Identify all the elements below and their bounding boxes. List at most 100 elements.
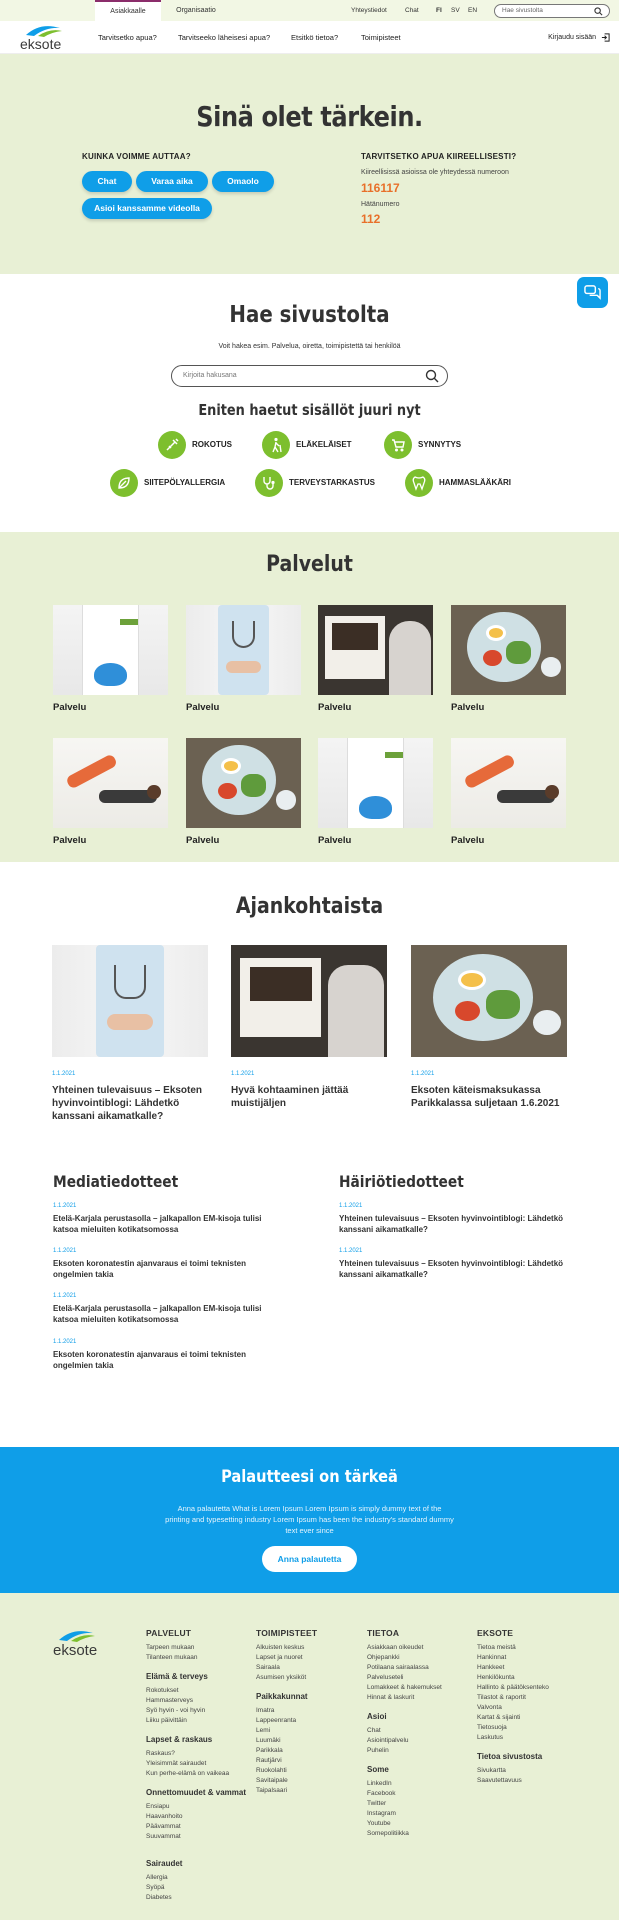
footer-link[interactable]: Chat [367, 1726, 472, 1736]
media-item[interactable]: 1.1.2021 Etelä-Karjala perustasolla – ja… [53, 1293, 278, 1325]
footer-link[interactable]: Hankinnat [477, 1653, 597, 1663]
footer-link[interactable]: Puhelin [367, 1746, 472, 1756]
footer-link[interactable]: Sivukartta [477, 1766, 597, 1776]
disruption-headline[interactable]: Yhteinen tulevaisuus – Eksoten hyvinvoin… [339, 1213, 564, 1235]
footer-link[interactable]: Rokotukset [146, 1686, 246, 1696]
footer-link[interactable]: Syö hyvin - voi hyvin [146, 1706, 246, 1716]
footer-link[interactable]: Yleisimmät sairaudet [146, 1759, 246, 1769]
search-icon[interactable] [594, 7, 603, 16]
footer-link[interactable]: Somepolitiikka [367, 1829, 472, 1839]
footer-link[interactable]: Alkuisten keskus [256, 1643, 356, 1653]
nav-relative-help[interactable]: Tarvitseeko läheisesi apua? [178, 21, 270, 54]
footer-link[interactable]: Laskutus [477, 1733, 597, 1743]
footer-link[interactable]: Lappeenranta [256, 1716, 356, 1726]
disruption-headline[interactable]: Yhteinen tulevaisuus – Eksoten hyvinvoin… [339, 1258, 564, 1280]
footer-link[interactable]: Saavutettavuus [477, 1776, 597, 1786]
contact-link[interactable]: Yhteystiedot [351, 0, 387, 21]
footer-link[interactable]: Potilaana sairaalassa [367, 1663, 472, 1673]
media-item[interactable]: 1.1.2021 Eksoten koronatestin ajanvaraus… [53, 1248, 278, 1280]
media-headline[interactable]: Eksoten koronatestin ajanvaraus ei toimi… [53, 1349, 278, 1371]
footer-link[interactable]: Raskaus? [146, 1749, 246, 1759]
footer-link[interactable]: Imatra [256, 1706, 356, 1716]
tab-organisaatio[interactable]: Organisaatio [161, 0, 231, 21]
chat-link[interactable]: Chat [405, 0, 419, 21]
footer-link[interactable]: Lemi [256, 1726, 356, 1736]
footer-link[interactable]: Tietosuoja [477, 1723, 597, 1733]
tab-asiakkaalle[interactable]: Asiakkaalle [95, 0, 161, 21]
footer-link[interactable]: Valvonta [477, 1703, 597, 1713]
footer-link[interactable]: Asumisen yksiköt [256, 1673, 356, 1683]
footer-link[interactable]: Luumäki [256, 1736, 356, 1746]
footer-link[interactable]: Lapset ja nuoret [256, 1653, 356, 1663]
footer-link[interactable]: Parikkala [256, 1746, 356, 1756]
emergency-number[interactable]: 112 [361, 212, 380, 226]
footer-link[interactable]: Ohjepankki [367, 1653, 472, 1663]
footer-link[interactable]: Asiointipalvelu [367, 1736, 472, 1746]
footer-link[interactable]: Tietoa meistä [477, 1643, 597, 1653]
top-search-input[interactable]: Hae sivustolta [494, 4, 610, 18]
footer-link[interactable]: Taipalsaari [256, 1786, 356, 1796]
footer-link[interactable]: Palveluseteli [367, 1673, 472, 1683]
floating-chat-button[interactable] [577, 277, 608, 308]
media-item[interactable]: 1.1.2021 Eksoten koronatestin ajanvaraus… [53, 1339, 278, 1371]
footer-link[interactable]: Tilastot & raportit [477, 1693, 597, 1703]
search-icon[interactable] [425, 369, 439, 383]
news-card[interactable]: 1.1.2021 Eksoten käteismaksukassa Parikk… [411, 945, 567, 1110]
service-card[interactable]: Palvelu [186, 605, 301, 713]
footer-link[interactable]: Twitter [367, 1799, 472, 1809]
footer-link[interactable]: Ensiapu [146, 1802, 246, 1812]
footer-link[interactable]: Sairaala [256, 1663, 356, 1673]
footer-link[interactable]: Instagram [367, 1809, 472, 1819]
lang-fi[interactable]: FI [436, 0, 442, 21]
footer-link[interactable]: Rautjärvi [256, 1756, 356, 1766]
news-card[interactable]: 1.1.2021 Yhteinen tulevaisuus – Eksoten … [52, 945, 208, 1123]
footer-link[interactable]: Kartat & sijainti [477, 1713, 597, 1723]
footer-link[interactable]: Lomakkeet & hakemukset [367, 1683, 472, 1693]
service-card[interactable]: Palvelu [53, 738, 168, 846]
nav-need-help[interactable]: Tarvitsetko apua? [98, 21, 157, 54]
nav-locations[interactable]: Toimipisteet [361, 21, 401, 54]
footer-link[interactable]: Allergia [146, 1873, 246, 1883]
footer-link[interactable]: Kun perhe-elämä on vaikeaa [146, 1769, 246, 1779]
give-feedback-button[interactable]: Anna palautetta [262, 1546, 357, 1572]
service-card[interactable]: Palvelu [318, 738, 433, 846]
urgent-number[interactable]: 116117 [361, 181, 400, 195]
service-card[interactable]: Palvelu [186, 738, 301, 846]
footer-link[interactable]: Youtube [367, 1819, 472, 1829]
footer-link[interactable]: Facebook [367, 1789, 472, 1799]
media-item[interactable]: 1.1.2021 Etelä-Karjala perustasolla – ja… [53, 1203, 278, 1235]
footer-link[interactable]: Suuvammat [146, 1832, 246, 1842]
service-card[interactable]: Palvelu [451, 738, 566, 846]
footer-link[interactable]: Hallinto & päätöksenteko [477, 1683, 597, 1693]
omaolo-button[interactable]: Omaolo [212, 171, 274, 192]
service-card[interactable]: Palvelu [451, 605, 566, 713]
media-headline[interactable]: Etelä-Karjala perustasolla – jalkapallon… [53, 1213, 278, 1235]
footer-link[interactable]: Tarpeen mukaan [146, 1643, 246, 1653]
news-headline[interactable]: Hyvä kohtaaminen jättää muistijäljen [231, 1084, 387, 1110]
footer-link[interactable]: LinkedIn [367, 1779, 472, 1789]
footer-link[interactable]: Ruokolahti [256, 1766, 356, 1776]
news-headline[interactable]: Eksoten käteismaksukassa Parikkalassa su… [411, 1084, 567, 1110]
lang-en[interactable]: EN [468, 0, 477, 21]
main-search-input[interactable]: Kirjoita hakusana [171, 365, 448, 387]
media-headline[interactable]: Eksoten koronatestin ajanvaraus ei toimi… [53, 1258, 278, 1280]
footer-link[interactable]: Asiakkaan oikeudet [367, 1643, 472, 1653]
news-headline[interactable]: Yhteinen tulevaisuus – Eksoten hyvinvoin… [52, 1084, 208, 1123]
media-headline[interactable]: Etelä-Karjala perustasolla – jalkapallon… [53, 1303, 278, 1325]
footer-link[interactable]: Päävammat [146, 1822, 246, 1832]
footer-link[interactable]: Hankkeet [477, 1663, 597, 1673]
footer-link[interactable]: Syöpä [146, 1883, 246, 1893]
disruption-item[interactable]: 1.1.2021 Yhteinen tulevaisuus – Eksoten … [339, 1248, 564, 1280]
chat-button[interactable]: Chat [82, 171, 132, 192]
footer-link[interactable]: Henkilökunta [477, 1673, 597, 1683]
lang-sv[interactable]: SV [451, 0, 460, 21]
video-service-button[interactable]: Asioi kanssamme videolla [82, 198, 212, 219]
service-card[interactable]: Palvelu [53, 605, 168, 713]
footer-link[interactable]: Diabetes [146, 1893, 246, 1903]
nav-looking-info[interactable]: Etsitkö tietoa? [291, 21, 338, 54]
news-card[interactable]: 1.1.2021 Hyvä kohtaaminen jättää muistij… [231, 945, 387, 1110]
footer-link[interactable]: Savitaipale [256, 1776, 356, 1786]
login-link[interactable]: Kirjaudu sisään [548, 21, 610, 54]
footer-link[interactable]: Tilanteen mukaan [146, 1653, 246, 1663]
footer-link[interactable]: Haavanhoito [146, 1812, 246, 1822]
